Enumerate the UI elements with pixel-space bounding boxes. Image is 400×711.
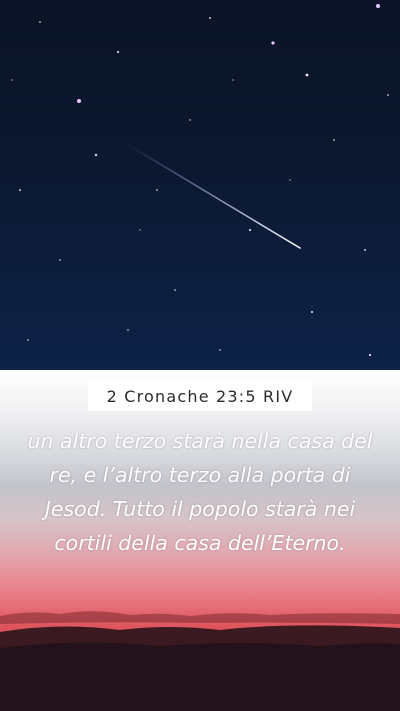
sky-scene <box>11 4 389 357</box>
verse-reference: 2 Cronache 23:5 RIV <box>106 386 294 406</box>
shooting-star <box>124 142 301 249</box>
night-sky-photo <box>0 0 400 370</box>
horizon-clouds <box>0 611 400 711</box>
stars <box>11 4 389 357</box>
verse-text: un altro terzo starà nella casa del re, … <box>27 429 373 555</box>
verse-reference-label: 2 Cronache 23:5 RIV <box>88 381 312 411</box>
